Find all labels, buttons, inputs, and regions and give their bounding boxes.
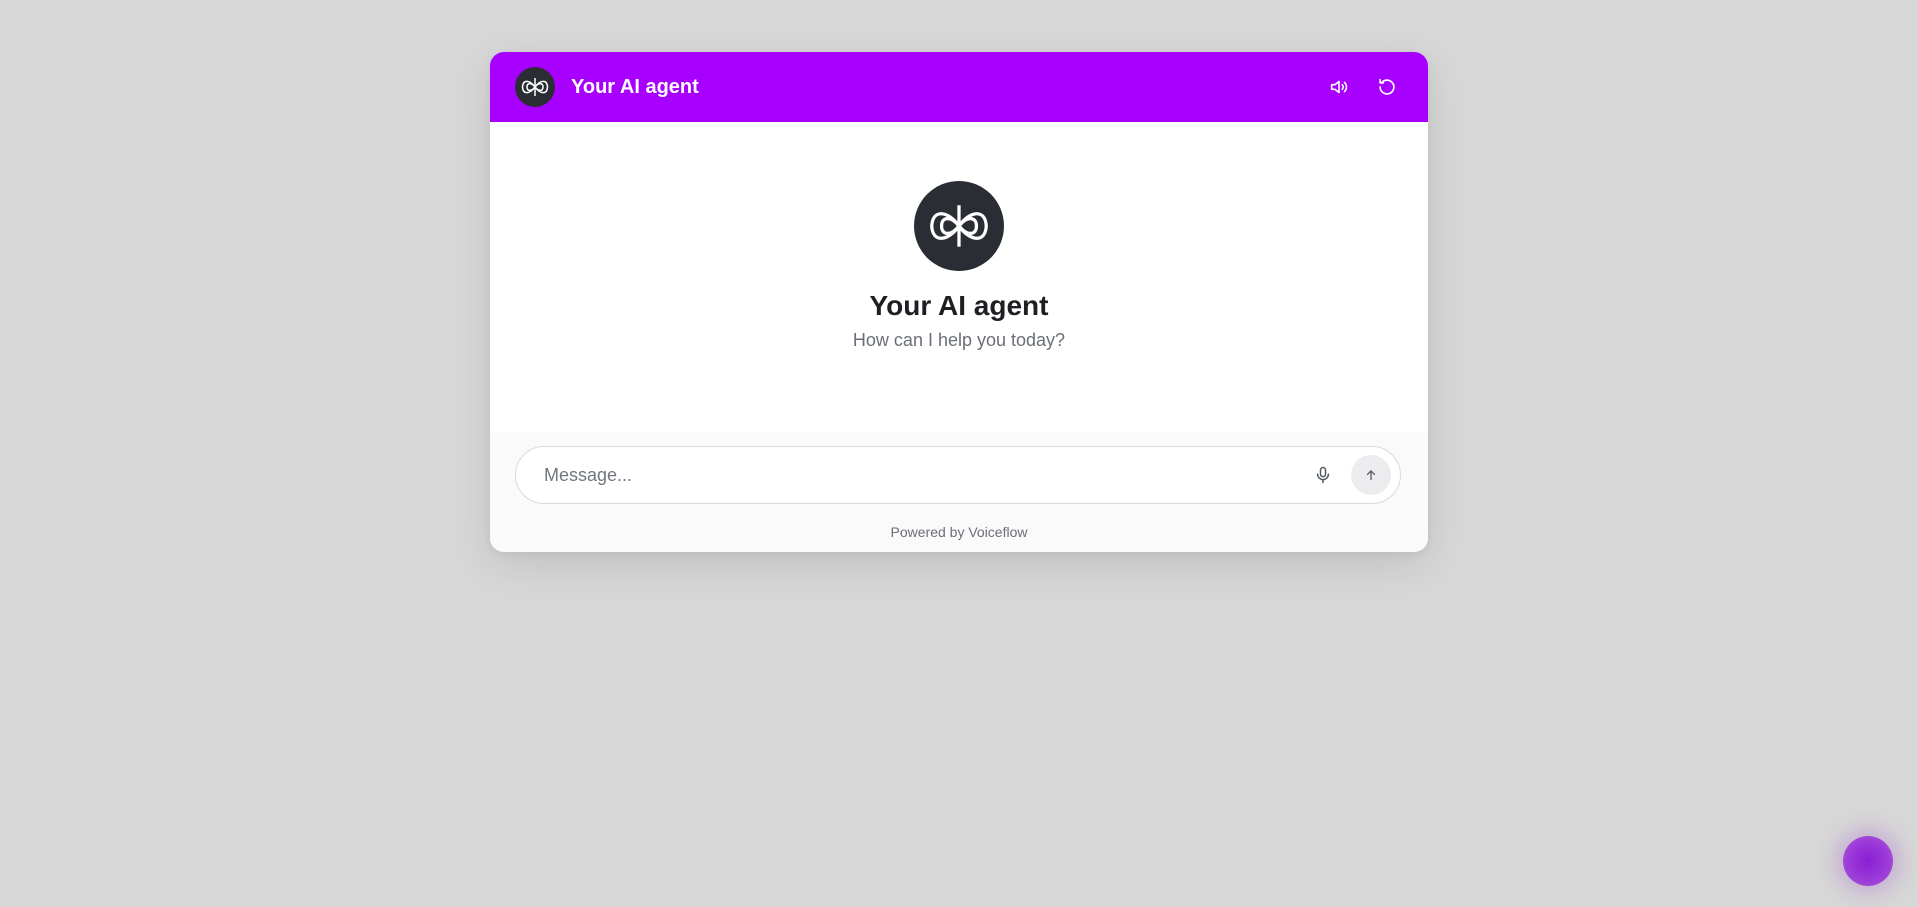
message-composer xyxy=(515,446,1401,504)
restart-icon xyxy=(1379,78,1395,95)
header-title: Your AI agent xyxy=(571,75,699,98)
welcome-title: Your AI agent xyxy=(869,290,1049,321)
voiceflow-logo-icon xyxy=(930,205,988,247)
welcome-subtitle: How can I help you today? xyxy=(852,330,1066,350)
powered-by-text: Powered by Voiceflow xyxy=(890,524,1028,540)
speaker-volume-icon xyxy=(1330,80,1348,94)
voiceflow-logo-icon xyxy=(521,78,549,96)
chat-launcher-button[interactable] xyxy=(1843,836,1893,886)
microphone-button[interactable] xyxy=(1305,457,1341,493)
send-button[interactable] xyxy=(1351,455,1391,495)
microphone-icon xyxy=(1316,466,1330,484)
composer-area: Powered by Voiceflow xyxy=(490,432,1428,552)
chat-header: Your AI agent xyxy=(490,52,1428,122)
welcome-avatar xyxy=(914,181,1004,271)
message-input[interactable] xyxy=(542,454,1305,496)
chat-body: Your AI agent How can I help you today? xyxy=(490,122,1428,432)
arrow-up-icon xyxy=(1366,470,1376,481)
chat-widget-window: Your AI agent Your AI agent How can I he… xyxy=(490,52,1428,552)
page-background: Your AI agent Your AI agent How can I he… xyxy=(0,0,1918,907)
header-avatar xyxy=(515,67,555,107)
restart-button[interactable] xyxy=(1370,70,1404,104)
sound-toggle-button[interactable] xyxy=(1322,70,1356,104)
